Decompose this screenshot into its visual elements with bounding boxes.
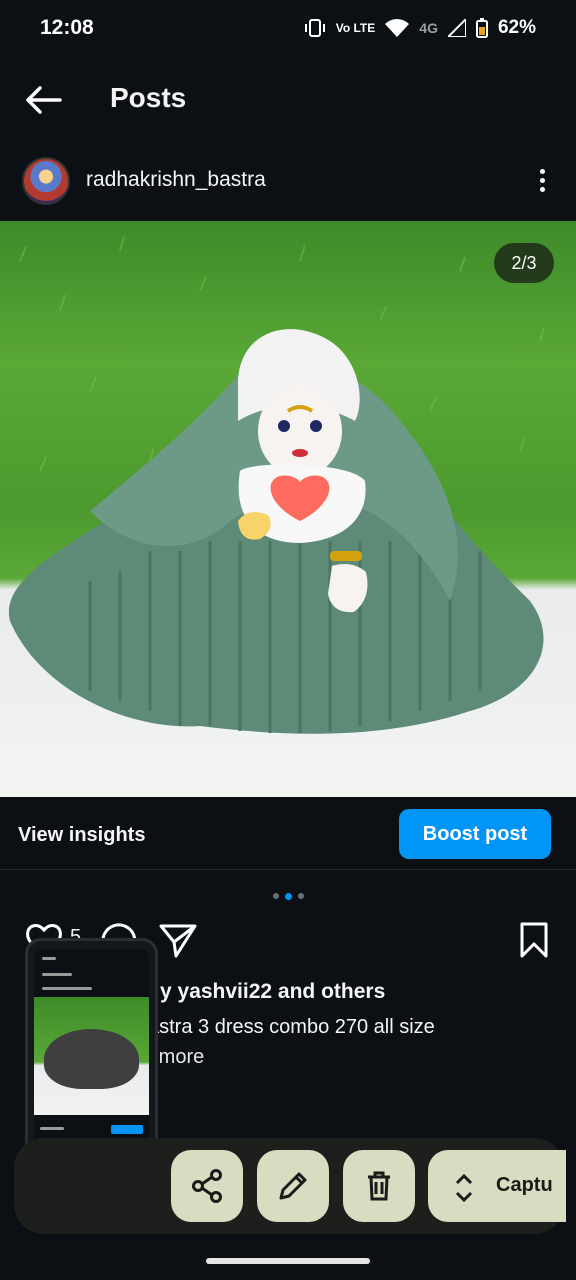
battery-icon: [475, 18, 488, 38]
top-app-bar: Posts: [0, 70, 576, 130]
thumb-line: [42, 957, 56, 960]
author-username[interactable]: radhakrishn_bastra: [86, 168, 266, 192]
thumb-line: [40, 1127, 64, 1130]
bookmark-icon[interactable]: [514, 920, 554, 960]
post-image-illustration: [8, 236, 545, 734]
post-caption: astra 3 dress combo 270 all size: [148, 1016, 435, 1039]
gesture-home-bar[interactable]: [206, 1258, 370, 1264]
capture-label: Captu: [496, 1174, 553, 1196]
carousel-dot: [297, 893, 304, 899]
share-icon[interactable]: [158, 920, 198, 960]
expand-icon: [455, 1173, 473, 1203]
network-type: 4G: [419, 20, 438, 36]
thumbnail-dress: [44, 1029, 139, 1089]
volte-indicator: Vo LTE: [335, 20, 376, 35]
screenshot-toolbar: Captu: [14, 1138, 566, 1234]
view-insights-link[interactable]: View insights: [18, 824, 145, 847]
avatar[interactable]: [22, 157, 70, 205]
more-options-icon[interactable]: [530, 167, 554, 197]
liked-by-text[interactable]: y yashvii22 and others: [160, 980, 385, 1004]
wifi-icon: [385, 19, 410, 37]
carousel-indicator: [0, 893, 576, 900]
signal-icon: [447, 19, 466, 37]
share-nodes-icon: [192, 1169, 222, 1203]
pencil-icon: [279, 1172, 307, 1200]
boost-post-button[interactable]: Boost post: [399, 809, 551, 859]
post-author-row: radhakrishn_bastra: [0, 155, 576, 207]
capture-more-button[interactable]: Captu: [428, 1150, 566, 1222]
battery-percent: 62%: [497, 17, 536, 38]
thumb-line: [42, 973, 72, 976]
back-arrow-icon[interactable]: [22, 82, 62, 118]
status-bar: 12:08 Vo LTE 4G 62%: [0, 0, 576, 56]
status-icons: Vo LTE 4G 62%: [304, 17, 536, 39]
carousel-dot: [272, 893, 279, 899]
delete-button[interactable]: [343, 1150, 415, 1222]
carousel-dot-active: [284, 893, 292, 900]
edit-button[interactable]: [257, 1150, 329, 1222]
thumb-line: [42, 987, 92, 990]
trash-icon: [368, 1171, 390, 1201]
insights-row: View insights Boost post: [0, 806, 576, 870]
thumbnail-boost: [111, 1125, 143, 1134]
image-counter-badge: 2/3: [494, 243, 554, 283]
status-time: 12:08: [40, 16, 94, 39]
share-button[interactable]: [171, 1150, 243, 1222]
page-title: Posts: [110, 82, 187, 113]
post-image[interactable]: 2/3: [0, 221, 576, 797]
vibrate-icon: [304, 19, 325, 37]
caption-text: astra 3 dress combo 270 all size: [148, 1016, 435, 1038]
